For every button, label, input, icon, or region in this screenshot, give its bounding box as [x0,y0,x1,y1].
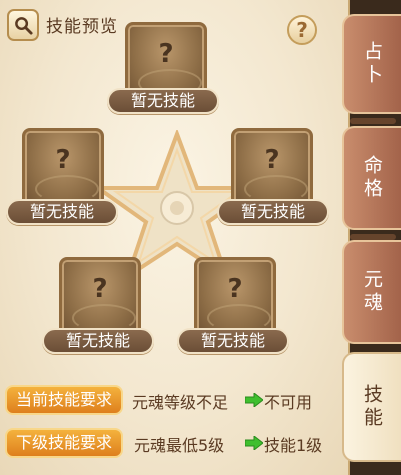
green-arrow-icon [245,393,263,407]
skill-slot-4[interactable]: ? [59,257,141,337]
skill-preview-panel: 技能预览 ? ? 暂无技能 ? 暂无技能 ? 暂无技能 ? 暂无技能 ? 暂无技… [0,0,350,475]
skill-slot-1-label: 暂无技能 [107,88,219,114]
current-requirement-condition: 元魂等级不足 [132,393,229,412]
current-requirement-badge: 当前技能要求 [5,385,123,415]
tab-skills[interactable]: 技能 [342,352,401,462]
tab-divination[interactable]: 占卜 [342,14,401,114]
skill-slot-card: ? [59,257,141,337]
next-requirement-result: 技能1级 [264,436,323,455]
search-button[interactable] [7,9,39,41]
next-requirement-row: 下级技能要求 元魂最低5级 技能1级 [5,428,340,458]
help-button[interactable]: ? [287,15,317,45]
skill-slot-3[interactable]: ? [231,128,313,208]
skill-slot-card: ? [231,128,313,208]
next-requirement-condition: 元魂最低5级 [134,436,225,455]
skill-slot-card: ? [22,128,104,208]
skill-slot-4-label: 暂无技能 [42,328,154,354]
tab-fate[interactable]: 命格 [342,126,401,230]
green-arrow-icon [245,436,263,450]
skill-preview-screen: 技能预览 ? ? 暂无技能 ? 暂无技能 ? 暂无技能 ? 暂无技能 ? 暂无技… [0,0,401,475]
skill-slot-2-label: 暂无技能 [6,199,118,225]
skill-slot-card: ? [194,257,276,337]
skill-slot-2[interactable]: ? [22,128,104,208]
skill-slot-5-label: 暂无技能 [177,328,289,354]
next-requirement-badge: 下级技能要求 [5,428,123,458]
tab-soul[interactable]: 元魂 [342,240,401,344]
question-mark-icon: ? [92,274,108,304]
magnifier-icon [15,17,33,35]
skill-slot-3-label: 暂无技能 [217,199,329,225]
current-requirement-result: 不可用 [264,393,313,412]
question-mark-icon: ? [158,39,174,69]
skill-slot-5[interactable]: ? [194,257,276,337]
question-mark-icon: ? [227,274,243,304]
side-tab-bar: 占卜 命格 元魂 技能 [342,0,401,475]
tab-divider [350,118,396,124]
current-requirement-row: 当前技能要求 元魂等级不足 不可用 [5,385,340,415]
question-mark-icon: ? [55,145,71,175]
page-title: 技能预览 [46,17,118,37]
question-mark-icon: ? [264,145,280,175]
